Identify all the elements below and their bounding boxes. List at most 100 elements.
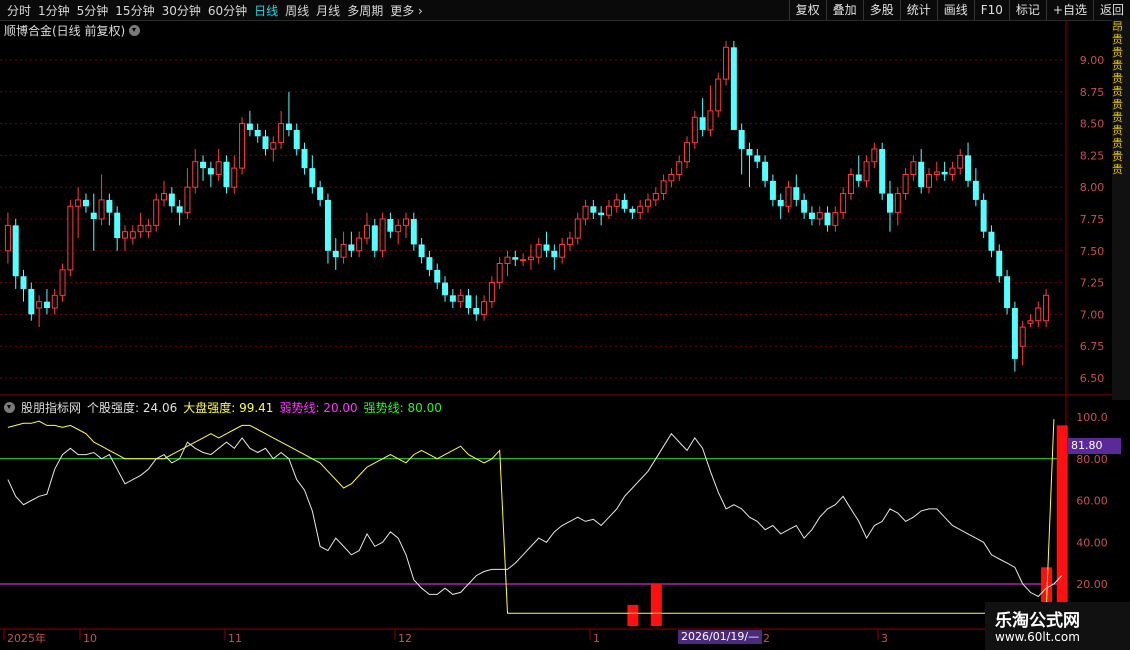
candle-body (473, 308, 480, 315)
candle-body (512, 257, 519, 260)
candle-body (488, 282, 495, 303)
candle-body (106, 199, 113, 213)
candle-body (481, 301, 488, 315)
indicator-field-2: 弱势线: 20.00 (279, 401, 358, 415)
candle-body (855, 174, 862, 181)
candle-body (457, 294, 464, 303)
candle-body (1035, 307, 1042, 322)
candle-body (192, 161, 199, 188)
candle-body (668, 173, 675, 182)
candle-body (723, 46, 730, 80)
candle-body (621, 199, 628, 209)
candle-body (426, 257, 433, 270)
date-tag: 2026/01/19/— (678, 630, 763, 644)
watermark-title: 乐淘公式网 (995, 611, 1080, 631)
price-tick-label: 7.25 (1080, 277, 1105, 290)
candle-body (613, 199, 620, 207)
candle-body (434, 269, 441, 283)
candle-body (543, 244, 550, 251)
candle-body (51, 294, 58, 309)
price-tick-label: 8.50 (1080, 118, 1105, 131)
candle-body (566, 237, 573, 245)
candle-body (941, 171, 948, 175)
candle-body (293, 129, 300, 150)
candle-body (340, 243, 347, 258)
candle-body (153, 199, 160, 226)
candle-body (1011, 308, 1018, 359)
candle-body (660, 180, 667, 195)
candle-body (449, 295, 456, 302)
candle-body (715, 78, 722, 112)
candle-body (215, 161, 222, 175)
candle-body (121, 231, 128, 239)
candle-body (1019, 326, 1026, 347)
price-tick-label: 8.25 (1080, 149, 1105, 162)
candle-body (980, 199, 987, 232)
candle-body (847, 173, 854, 195)
candle-body (801, 199, 808, 213)
candle-body (684, 142, 691, 163)
candle-body (309, 168, 316, 188)
price-tick-label: 9.00 (1080, 54, 1105, 67)
candle-body (20, 276, 27, 289)
indicator-tick-label: 20.00 (1076, 578, 1108, 591)
signal-bar (1056, 425, 1068, 626)
candle-body (871, 148, 878, 163)
candle-body (75, 199, 82, 207)
candle-body (90, 212, 97, 219)
candle-body (332, 250, 339, 258)
candle-body (1027, 320, 1034, 324)
candle-body (270, 142, 277, 150)
price-tick-label: 7.50 (1080, 245, 1105, 258)
candle-body (902, 173, 909, 195)
candle-body (699, 117, 706, 130)
candle-body (605, 205, 612, 216)
candle-body (67, 205, 74, 271)
candle-body (816, 212, 823, 220)
watermark: 乐淘公式网 www.60lt.com (985, 602, 1130, 650)
candle-body (808, 212, 815, 219)
indicator-field-3: 强势线: 80.00 (363, 401, 442, 415)
candle-body (652, 193, 659, 201)
candle-body (551, 250, 558, 258)
candle-body (98, 199, 105, 220)
right-info-strip: 昂贵贵贵贵贵贵贵贵贵贵贵 (1112, 20, 1130, 400)
indicator-tick-label: 40.00 (1076, 536, 1108, 549)
candle-body (403, 218, 410, 226)
candle-body (410, 219, 417, 245)
candle-body (184, 186, 191, 214)
date-label: 2025年 (7, 631, 46, 645)
indicator-dropdown-icon[interactable] (4, 402, 15, 413)
candle-body (910, 161, 917, 175)
main-chart[interactable]: 9.00 8.75 8.50 8.25 8.00 7.75 7.50 7.25 7.00 6.75… (0, 0, 1130, 650)
candle-body (590, 206, 597, 213)
candle-body (161, 193, 168, 201)
candle-body (324, 199, 331, 251)
indicator-name: 股朋指标网 (21, 401, 82, 415)
candle-body (730, 47, 737, 130)
candle-body (496, 263, 503, 284)
indicator-field-0: 个股强度: 24.06 (87, 401, 178, 415)
date-label: 12 (398, 632, 412, 645)
candle-body (559, 243, 566, 258)
candle-body (137, 224, 144, 233)
candle-body (972, 180, 979, 200)
candle-body (379, 218, 386, 252)
candle-body (785, 186, 792, 207)
candle-body (285, 123, 292, 130)
candle-body (168, 193, 175, 207)
candle-body (965, 155, 972, 181)
candle-body (840, 193, 847, 214)
candle-body (59, 269, 66, 296)
candle-body (996, 250, 1003, 277)
candle-body (824, 212, 831, 226)
candle-body (949, 167, 956, 175)
candle-body (82, 199, 89, 207)
candle-body (988, 231, 995, 251)
candle-body (527, 256, 534, 261)
candle-body (129, 231, 136, 239)
candle-body (582, 205, 589, 220)
date-label: 1 (593, 632, 600, 645)
date-label: 11 (228, 632, 242, 645)
date-label: 2 (763, 632, 770, 645)
